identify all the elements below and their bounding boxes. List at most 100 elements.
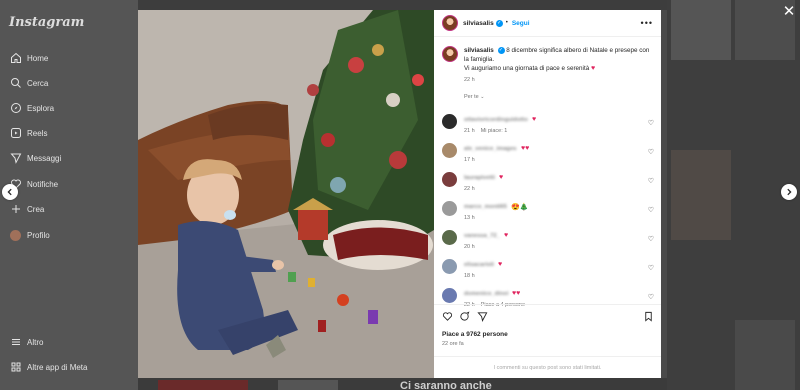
comment-row: ale_venice_images ♥♥ 17 h ♡ <box>442 143 654 167</box>
photo-illustration <box>138 10 434 378</box>
commenter-username[interactable]: elisacarioli <box>464 262 494 268</box>
caption-line-2: Vi auguriamo una giornata di pace e sere… <box>464 65 590 72</box>
reels-icon <box>9 127 22 140</box>
comment-emoji: ♥ <box>504 232 509 239</box>
sidebar-item-label: Esplora <box>27 103 55 113</box>
comment-meta: 13 h <box>464 215 475 221</box>
background-feed-right <box>667 0 800 390</box>
comment-like-heart-icon[interactable]: ♡ <box>648 264 654 272</box>
commenter-username[interactable]: vanessa_72_ <box>464 233 500 239</box>
next-post-button[interactable] <box>781 184 797 200</box>
author-avatar[interactable] <box>442 15 458 31</box>
commenter-username[interactable]: ottavioricordinguidotto <box>464 117 528 123</box>
sidebar-item-home[interactable]: Home <box>9 49 48 67</box>
comment-like-heart-icon[interactable]: ♡ <box>648 177 654 185</box>
post-photo[interactable] <box>138 10 434 378</box>
post-panel: silviasalis ✓ • Segui ••• silviasalis ✓ … <box>434 10 661 378</box>
sidebar-item-meta-apps[interactable]: Altre app di Meta <box>9 358 87 376</box>
comment-row: ottavioricordinguidotto ♥ 21 h Mi piace: 1 ♡ <box>442 114 654 138</box>
previous-post-button[interactable] <box>2 184 18 200</box>
background-caption: Ci saranno anche <box>400 380 492 390</box>
comment-time: 13 h <box>464 215 475 221</box>
commenter-username[interactable]: ale_venice_images <box>464 146 517 152</box>
verified-badge-icon: ✓ <box>495 19 503 27</box>
sidebar-item-explore[interactable]: Esplora <box>9 99 54 117</box>
sidebar-item-messages[interactable]: Messaggi <box>9 149 61 167</box>
comment-like-heart-icon[interactable]: ♡ <box>648 148 654 156</box>
comment-meta: 21 h Mi piace: 1 <box>464 128 507 134</box>
commenter-username[interactable]: domenico_dinoi <box>464 291 508 297</box>
sidebar-item-label: Home <box>27 53 49 63</box>
compass-icon <box>9 102 22 115</box>
verified-badge-icon: ✓ <box>497 46 505 54</box>
sidebar-item-label: Reels <box>27 128 48 138</box>
comment-likes[interactable]: Mi piace: 1 <box>481 128 508 134</box>
comment-like-heart-icon[interactable]: ♡ <box>648 119 654 127</box>
comment-emoji: ♥♥ <box>521 145 530 152</box>
comment-time: 22 h <box>464 186 475 192</box>
caption-username[interactable]: silviasalis <box>464 47 494 54</box>
sidebar-item-create[interactable]: Crea <box>9 200 44 218</box>
sidebar-item-profile[interactable]: Profilo <box>9 226 50 244</box>
comment-row: marco_monti65 😍🎄 13 h ♡ <box>442 201 654 225</box>
background-feed-top <box>138 0 667 10</box>
chevron-down-icon: ⌄ <box>480 94 485 100</box>
instagram-logo[interactable]: Instagram <box>9 15 84 30</box>
comment-meta: 17 h <box>464 157 475 163</box>
post-caption: silviasalis ✓ 8 dicembre significa alber… <box>442 46 654 83</box>
plus-icon <box>9 203 22 216</box>
send-icon <box>9 152 22 165</box>
comment-like-heart-icon[interactable]: ♡ <box>648 235 654 243</box>
grid-icon <box>9 361 22 374</box>
like-heart-icon[interactable] <box>442 311 453 322</box>
commenter-username[interactable]: laurapivetti <box>464 175 495 181</box>
sidebar-item-label: Altre app di Meta <box>27 362 88 372</box>
author-username[interactable]: silviasalis <box>463 20 494 27</box>
comment-meta: 20 h <box>464 244 475 250</box>
menu-icon <box>9 336 22 349</box>
sidebar: Instagram Home Cerca Esplora Reels Messa… <box>0 0 138 390</box>
sidebar-item-more[interactable]: Altro <box>9 333 43 351</box>
comment-emoji: ♥ <box>498 261 503 268</box>
sidebar-item-label: Crea <box>27 204 45 214</box>
per-te-label: Per te <box>464 94 479 100</box>
chevron-left-icon <box>7 188 12 196</box>
per-te-toggle[interactable]: Per te ⌄ <box>464 94 484 100</box>
commenter-avatar[interactable] <box>442 143 457 158</box>
bookmark-icon[interactable] <box>643 311 654 322</box>
likes-count[interactable]: Piace a 9762 persone <box>442 331 508 338</box>
comment-time: 17 h <box>464 157 475 163</box>
commenter-avatar[interactable] <box>442 114 457 129</box>
post-time: 22 ore fa <box>442 341 464 347</box>
comment-bubble-icon[interactable] <box>459 311 470 322</box>
sidebar-item-reels[interactable]: Reels <box>9 124 47 142</box>
follow-button[interactable]: Segui <box>512 20 530 27</box>
comment-emoji: ♥ <box>532 116 537 123</box>
post-actions: Piace a 9762 persone 22 ore fa I comment… <box>434 304 661 378</box>
separator-dot: • <box>505 20 508 26</box>
caption-text: silviasalis ✓ 8 dicembre significa alber… <box>464 46 654 73</box>
commenter-avatar[interactable] <box>442 172 457 187</box>
post-header: silviasalis ✓ • Segui ••• <box>434 10 661 37</box>
caption-avatar[interactable] <box>442 46 458 62</box>
commenter-avatar[interactable] <box>442 288 457 303</box>
avatar-icon <box>9 229 22 242</box>
commenter-avatar[interactable] <box>442 259 457 274</box>
sidebar-item-label: Messaggi <box>27 153 62 163</box>
share-send-icon[interactable] <box>477 311 488 322</box>
caption-time: 22 h <box>464 77 475 83</box>
sidebar-item-search[interactable]: Cerca <box>9 74 48 92</box>
comment-row: vanessa_72_ ♥ 20 h ♡ <box>442 230 654 254</box>
comment-meta: 22 h <box>464 186 475 192</box>
more-options-icon[interactable]: ••• <box>641 19 653 28</box>
commenter-username[interactable]: marco_monti65 <box>464 204 507 210</box>
sidebar-item-label: Altro <box>27 337 44 347</box>
commenter-avatar[interactable] <box>442 230 457 245</box>
comment-like-heart-icon[interactable]: ♡ <box>648 206 654 214</box>
commenter-avatar[interactable] <box>442 201 457 216</box>
comment-row: laurapivetti ♥ 22 h ♡ <box>442 172 654 196</box>
sidebar-item-label: Profilo <box>27 230 50 240</box>
comment-time: 18 h <box>464 273 475 279</box>
comment-like-heart-icon[interactable]: ♡ <box>648 293 654 301</box>
close-button[interactable]: ✕ <box>781 4 797 20</box>
